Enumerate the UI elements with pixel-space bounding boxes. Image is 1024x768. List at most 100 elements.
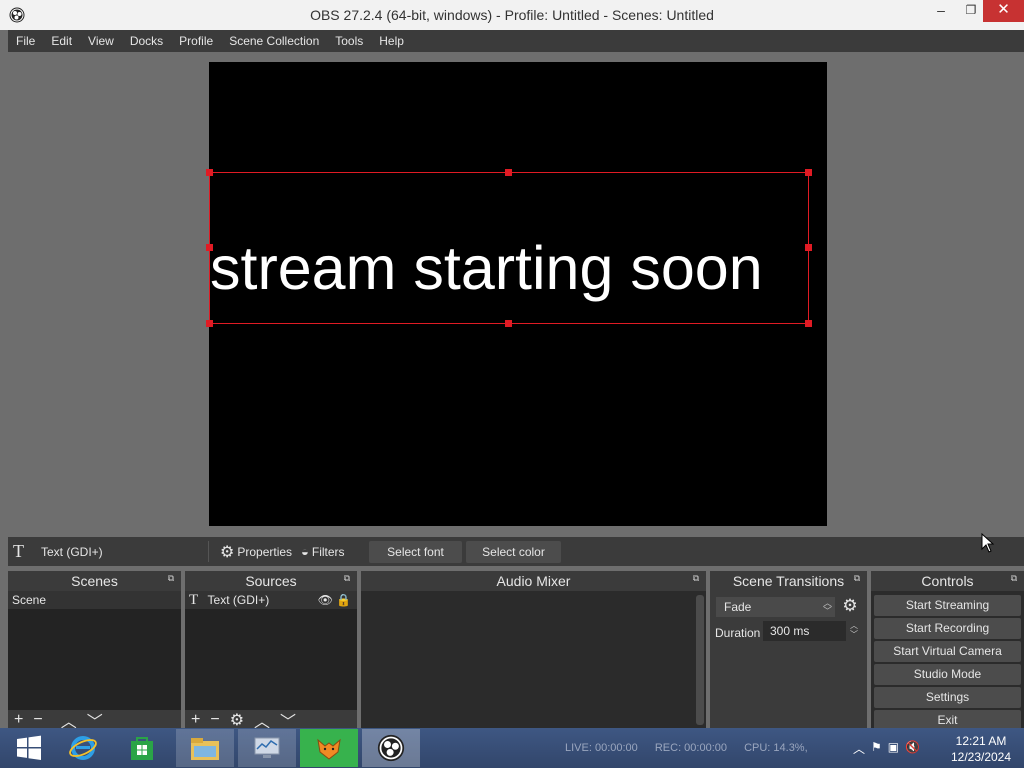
start-streaming-button[interactable]: Start Streaming [874, 595, 1021, 616]
settings-button[interactable]: Settings [874, 687, 1021, 708]
sources-dock-title: Sources ⧉ [185, 571, 357, 591]
scene-transitions-title: Scene Transitions [732, 573, 845, 589]
resize-handle-left[interactable] [206, 244, 213, 251]
menu-bar: File Edit View Docks Profile Scene Colle… [8, 30, 1024, 52]
resize-handle-top[interactable] [505, 169, 512, 176]
scenes-dock: Scenes ⧉ Scene + − ︿ ﹀ [8, 571, 181, 731]
scenes-footer: + − ︿ ﹀ [8, 710, 181, 731]
float-dock-icon[interactable]: ⧉ [691, 574, 701, 584]
float-dock-icon[interactable]: ⧉ [342, 574, 352, 584]
start-recording-button[interactable]: Start Recording [874, 618, 1021, 639]
transitions-body: Fade ︿ ﹀ ⚙ Duration 300 ms ︿ ﹀ [710, 591, 867, 730]
filter-icon: ◒ [301, 544, 309, 559]
minimize-button[interactable]: – [925, 0, 957, 22]
scene-list-item[interactable]: Scene [8, 591, 181, 609]
live-status: LIVE: 00:00:00 [565, 742, 638, 754]
sources-title: Sources [245, 573, 297, 589]
store-taskbar-icon[interactable] [113, 729, 171, 767]
scenes-title: Scenes [71, 573, 118, 589]
spin-up-icon[interactable]: ︿ [847, 621, 861, 630]
monitor-icon [254, 737, 280, 758]
controls-dock-title: Controls ⧉ [871, 571, 1024, 591]
start-virtual-camera-button[interactable]: Start Virtual Camera [874, 641, 1021, 662]
audio-mixer-title: Audio Mixer [496, 573, 571, 589]
window-title: OBS 27.2.4 (64-bit, windows) - Profile: … [310, 7, 714, 23]
close-button[interactable]: ✕ [983, 0, 1024, 22]
source-name: Text (GDI+) [207, 593, 270, 607]
properties-button[interactable]: ⚙ Properties [220, 541, 292, 562]
menu-edit[interactable]: Edit [43, 30, 80, 52]
add-scene-icon[interactable]: + [14, 711, 23, 729]
transition-settings-gear-icon[interactable]: ⚙ [840, 597, 860, 617]
store-icon [131, 737, 153, 760]
filters-label: Filters [311, 544, 345, 559]
mixer-scrollbar[interactable] [696, 595, 704, 725]
start-button[interactable] [0, 729, 58, 767]
text-source-icon: T [13, 541, 24, 561]
resize-handle-top-left[interactable] [206, 169, 213, 176]
selection-box[interactable] [209, 172, 809, 324]
sources-dock: Sources ⧉ T Text (GDI+) 👁 🔒 + − ⚙ ︿ ﹀ [185, 571, 357, 731]
add-source-icon[interactable]: + [191, 711, 200, 729]
audio-mixer-dock: Audio Mixer ⧉ [361, 571, 706, 730]
taskbar: LIVE: 00:00:00 REC: 00:00:00 CPU: 14.3%,… [0, 728, 1024, 768]
taskbar-clock[interactable]: 12:21 AM 12/23/2024 [948, 733, 1014, 765]
windows-logo-icon [17, 735, 41, 760]
ie-icon [69, 736, 97, 760]
title-bar: OBS 27.2.4 (64-bit, windows) - Profile: … [0, 0, 1024, 30]
transition-select[interactable]: Fade ︿ ﹀ [716, 597, 835, 617]
studio-mode-button[interactable]: Studio Mode [874, 664, 1021, 685]
resize-handle-right[interactable] [805, 244, 812, 251]
internet-explorer-taskbar-icon[interactable] [54, 729, 112, 767]
source-properties-gear-icon[interactable]: ⚙ [230, 710, 244, 730]
menu-tools[interactable]: Tools [327, 30, 371, 52]
select-color-button[interactable]: Select color [466, 541, 561, 563]
spin-down-icon[interactable]: ﹀ [847, 630, 861, 639]
source-list-item[interactable]: T Text (GDI+) 👁 🔒 [185, 591, 357, 609]
volume-muted-icon[interactable]: 🔇 [905, 740, 920, 757]
controls-dock: Controls ⧉ Start Streaming Start Recordi… [871, 571, 1024, 731]
lock-icon[interactable]: 🔒 [336, 591, 351, 609]
rec-status: REC: 00:00:00 [654, 742, 727, 754]
resize-handle-bottom-left[interactable] [206, 320, 213, 327]
scenes-dock-title: Scenes ⧉ [8, 571, 181, 591]
select-font-button[interactable]: Select font [369, 541, 462, 563]
obs-taskbar-icon[interactable] [362, 729, 420, 767]
menu-docks[interactable]: Docks [122, 30, 171, 52]
duration-input[interactable]: 300 ms [763, 621, 846, 641]
text-source-icon: T [189, 592, 199, 608]
gear-icon: ⚙ [220, 543, 235, 561]
remove-scene-icon[interactable]: − [33, 711, 42, 729]
float-dock-icon[interactable]: ⧉ [1009, 574, 1019, 584]
audio-mixer-body [361, 591, 706, 730]
menu-profile[interactable]: Profile [171, 30, 221, 52]
duration-spinner[interactable]: ︿ ﹀ [847, 621, 861, 641]
sources-footer: + − ⚙ ︿ ﹀ [185, 710, 357, 731]
remove-source-icon[interactable]: − [210, 711, 219, 729]
menu-view[interactable]: View [80, 30, 122, 52]
float-dock-icon[interactable]: ⧉ [852, 574, 862, 584]
app-taskbar-icon[interactable] [300, 729, 358, 767]
visibility-eye-icon[interactable]: 👁 [318, 591, 333, 609]
resource-monitor-taskbar-icon[interactable] [238, 729, 296, 767]
obs-logo-icon [377, 734, 405, 762]
resize-handle-top-right[interactable] [805, 169, 812, 176]
menu-scene-collection[interactable]: Scene Collection [221, 30, 327, 52]
network-icon[interactable]: ▣ [888, 740, 899, 757]
obs-status-bar: LIVE: 00:00:00 REC: 00:00:00 CPU: 14.3%, [565, 742, 822, 754]
scenes-list[interactable]: Scene [8, 591, 181, 710]
clock-time: 12:21 AM [955, 734, 1007, 748]
fox-icon [317, 738, 341, 760]
clock-date: 12/23/2024 [950, 750, 1012, 764]
filters-button[interactable]: ◒ Filters [301, 541, 345, 562]
resize-handle-bottom[interactable] [505, 320, 512, 327]
show-hidden-icons-icon[interactable]: ︿ [853, 740, 865, 757]
menu-help[interactable]: Help [371, 30, 412, 52]
action-center-flag-icon[interactable]: ⚑ [871, 740, 882, 757]
menu-file[interactable]: File [8, 30, 43, 52]
resize-handle-bottom-right[interactable] [805, 320, 812, 327]
file-explorer-taskbar-icon[interactable] [176, 729, 234, 767]
sources-list[interactable]: T Text (GDI+) 👁 🔒 [185, 591, 357, 710]
chevron-updown-icon: ︿ ﹀ [822, 598, 832, 616]
float-dock-icon[interactable]: ⧉ [166, 574, 176, 584]
